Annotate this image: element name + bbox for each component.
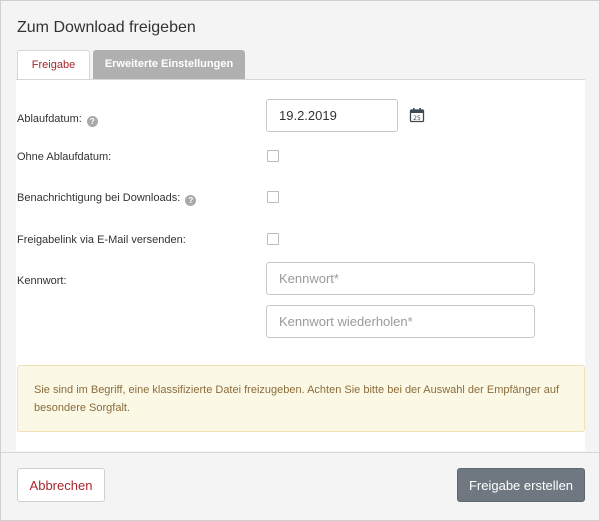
no-expiry-checkbox[interactable] [267, 150, 279, 162]
share-dialog: Zum Download freigeben Freigabe Erweiter… [0, 0, 600, 521]
expiry-label-row: Ablaufdatum:? [17, 113, 98, 127]
no-expiry-label: Ohne Ablaufdatum: [17, 151, 112, 163]
question-circle-icon[interactable]: ? [86, 116, 98, 127]
calendar-icon[interactable]: 25 [409, 107, 425, 123]
dialog-title: Zum Download freigeben [17, 19, 196, 36]
expiry-date-input[interactable] [266, 99, 398, 132]
tab-freigabe[interactable]: Freigabe [17, 50, 90, 80]
email-link-label: Freigabelink via E-Mail versenden: [17, 234, 186, 246]
expiry-label: Ablaufdatum: [17, 113, 82, 125]
cancel-button[interactable]: Abbrechen [17, 468, 105, 502]
tab-advanced-settings[interactable]: Erweiterte Einstellungen [93, 50, 245, 79]
password-label: Kennwort: [17, 275, 67, 287]
calendar-day-text: 25 [413, 115, 421, 122]
notify-label: Benachrichtigung bei Downloads: [17, 192, 181, 204]
create-share-button[interactable]: Freigabe erstellen [457, 468, 585, 502]
password-input[interactable] [266, 262, 535, 295]
classified-warning: Sie sind im Begriff, eine klassifizierte… [17, 365, 585, 432]
footer-divider [1, 452, 599, 453]
warning-text: Sie sind im Begriff, eine klassifizierte… [34, 384, 560, 414]
email-link-checkbox[interactable] [267, 233, 279, 245]
question-circle-icon[interactable]: ? [185, 195, 197, 206]
password-repeat-input[interactable] [266, 305, 535, 338]
notify-checkbox[interactable] [267, 191, 279, 203]
notify-label-row: Benachrichtigung bei Downloads:? [17, 192, 197, 206]
